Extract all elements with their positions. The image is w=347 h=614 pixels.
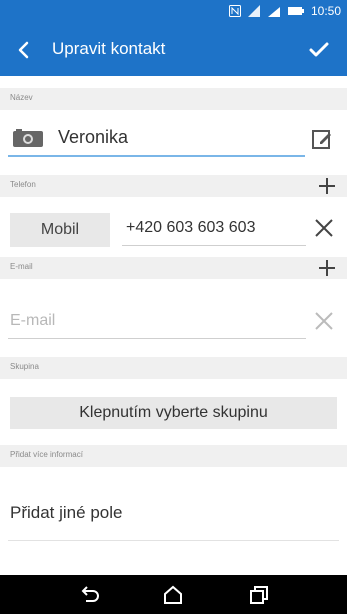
- section-more-info: Přidat více informací: [0, 445, 347, 467]
- name-row: Veronika: [0, 118, 347, 168]
- close-icon[interactable]: [313, 217, 335, 239]
- select-group-button[interactable]: Klepnutím vyberte skupinu: [10, 397, 337, 429]
- section-group: Skupina: [0, 357, 347, 379]
- name-underline: [8, 155, 305, 157]
- section-label-email: E-mail: [10, 262, 33, 271]
- checkmark-icon[interactable]: [307, 38, 331, 62]
- section-email: E-mail: [0, 257, 347, 279]
- page-title: Upravit kontakt: [52, 39, 166, 58]
- phone-type-button[interactable]: Mobil: [10, 213, 110, 247]
- nfc-icon: [228, 5, 241, 17]
- name-input[interactable]: Veronika: [58, 127, 303, 153]
- close-icon[interactable]: [313, 310, 335, 332]
- status-bar: 10:50: [0, 0, 347, 24]
- status-icons: 10:50: [228, 4, 341, 18]
- section-label-phone: Telefon: [10, 180, 36, 189]
- add-field-row[interactable]: Přidat jiné pole: [0, 480, 347, 550]
- back-icon[interactable]: [12, 38, 36, 62]
- section-phone: Telefon: [0, 175, 347, 197]
- phone-underline: [122, 245, 306, 246]
- email-input[interactable]: E-mail: [10, 312, 55, 330]
- system-nav-bar: [0, 575, 347, 614]
- nav-home-icon[interactable]: [162, 585, 184, 605]
- status-time: 10:50: [310, 4, 341, 18]
- camera-icon[interactable]: [12, 128, 44, 148]
- app-bar: Upravit kontakt: [0, 24, 347, 76]
- email-row: E-mail: [0, 298, 347, 350]
- section-label-name: Název: [10, 93, 33, 102]
- plus-icon[interactable]: [317, 176, 337, 196]
- cell-signal-icon: [267, 7, 280, 17]
- battery-icon: [287, 7, 304, 15]
- phone-number-input[interactable]: +420 603 603 603: [126, 219, 255, 237]
- section-name: Název: [0, 88, 347, 110]
- nav-back-icon[interactable]: [78, 585, 100, 605]
- email-underline: [8, 338, 306, 339]
- section-label-group: Skupina: [10, 362, 39, 371]
- wifi-signal-icon: [247, 5, 260, 17]
- section-label-more-info: Přidat více informací: [10, 450, 83, 459]
- edit-icon[interactable]: [311, 128, 333, 150]
- nav-recent-icon[interactable]: [248, 585, 270, 605]
- add-field-button[interactable]: Přidat jiné pole: [10, 503, 122, 523]
- plus-icon[interactable]: [317, 258, 337, 278]
- add-field-underline: [8, 540, 339, 541]
- group-row: Klepnutím vyberte skupinu: [0, 385, 347, 445]
- phone-row: Mobil +420 603 603 603: [0, 205, 347, 255]
